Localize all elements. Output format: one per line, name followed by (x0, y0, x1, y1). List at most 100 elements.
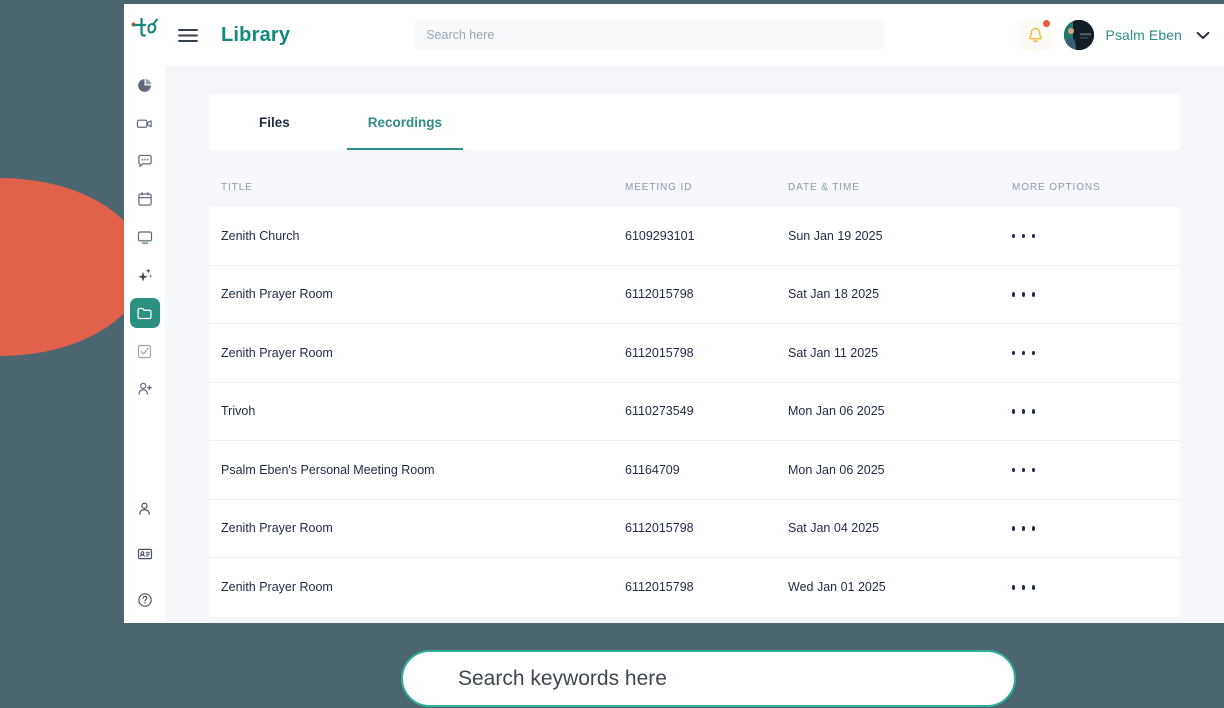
cell-title: Zenith Prayer Room (221, 287, 333, 302)
cell-meeting-id: 6110273549 (625, 404, 694, 419)
user-name-label: Psalm Eben (1105, 27, 1182, 43)
cell-date-time: Mon Jan 06 2025 (788, 404, 885, 419)
cell-more-options (1012, 233, 1180, 238)
page-title: Library (221, 23, 291, 46)
cell-title: Trivoh (221, 404, 256, 419)
sidebar-item-ai-assist[interactable] (130, 260, 160, 290)
content-inner: Files Recordings TITLE MEETING ID DATE &… (209, 94, 1180, 617)
cell-meeting-id: 6112015798 (625, 580, 694, 595)
more-options-icon[interactable] (1012, 409, 1042, 414)
cell-date-time: Mon Jan 06 2025 (788, 462, 885, 477)
hamburger-menu-button[interactable] (177, 24, 199, 46)
more-options-icon[interactable] (1012, 350, 1042, 355)
sidebar-item-contacts[interactable] (130, 374, 160, 404)
avatar-image (1063, 20, 1094, 50)
cell-meeting-id: 6112015798 (625, 521, 694, 536)
folder-icon (137, 307, 152, 319)
cell-title: Psalm Eben's Personal Meeting Room (221, 462, 435, 477)
topbar-right-group: Psalm Eben (1019, 19, 1210, 51)
top-bar: Library Search here Psalm Eben (165, 4, 1224, 66)
sidebar-item-dashboard[interactable] (130, 70, 160, 100)
task-check-icon (137, 344, 152, 358)
more-options-icon[interactable] (1012, 467, 1042, 472)
more-options-icon[interactable] (1012, 526, 1042, 531)
cell-more-options (1012, 526, 1180, 531)
logo-icon (130, 17, 158, 37)
sidebar-item-chat[interactable] (130, 146, 160, 176)
video-camera-icon (136, 119, 152, 128)
cell-meeting-id: 6112015798 (625, 287, 694, 302)
table-row[interactable]: Zenith Prayer Room 6112015798 Sat Jan 18… (209, 266, 1180, 324)
keyword-search-overlay[interactable]: Search keywords here (401, 650, 1016, 707)
table-row[interactable]: Zenith Prayer Room 6112015798 Sat Jan 11… (209, 324, 1180, 383)
more-options-icon[interactable] (1012, 585, 1042, 590)
cell-more-options (1012, 467, 1180, 472)
id-card-icon (137, 548, 152, 560)
cell-date-time: Wed Jan 01 2025 (788, 580, 886, 595)
sidebar-item-library[interactable] (129, 298, 160, 328)
add-person-icon (137, 382, 152, 395)
cell-meeting-id: 6109293101 (625, 228, 695, 243)
app-logo[interactable] (128, 12, 162, 46)
sidebar-item-profile[interactable] (130, 493, 160, 523)
sidebar-item-meetings[interactable] (130, 108, 160, 138)
column-header-date-time: DATE & TIME (788, 181, 860, 193)
cell-date-time: Sat Jan 11 2025 (788, 345, 879, 360)
cell-more-options (1012, 292, 1180, 297)
avatar[interactable] (1063, 20, 1094, 50)
table-row[interactable]: Psalm Eben's Personal Meeting Room 61164… (209, 441, 1180, 500)
calendar-icon (137, 192, 152, 206)
table-row[interactable]: Trivoh 6110273549 Mon Jan 06 2025 (209, 383, 1180, 441)
more-options-icon[interactable] (1012, 292, 1042, 297)
cell-date-time: Sun Jan 19 2025 (788, 228, 883, 243)
chat-bubble-icon (137, 154, 152, 167)
keyword-search-text: Search keywords here (458, 666, 667, 690)
sparkle-icon (137, 268, 152, 282)
sidebar-nav-secondary (130, 493, 160, 617)
person-icon (139, 502, 150, 515)
column-header-title: TITLE (221, 181, 253, 193)
table-row[interactable]: Zenith Prayer Room 6112015798 Sat Jan 04… (209, 500, 1180, 558)
cell-meeting-id: 61164709 (625, 462, 680, 477)
bell-icon (1029, 27, 1042, 43)
content-area: Files Recordings TITLE MEETING ID DATE &… (165, 66, 1224, 623)
monitor-icon (137, 231, 152, 244)
recordings-table-body: Zenith Church 6109293101 Sun Jan 19 2025… (209, 207, 1180, 617)
column-header-meeting-id: MEETING ID (625, 181, 693, 193)
hamburger-icon (178, 28, 198, 42)
user-menu-button[interactable] (1196, 31, 1210, 40)
cell-date-time: Sat Jan 18 2025 (788, 287, 880, 302)
sidebar-item-id-card[interactable] (130, 539, 160, 569)
sidebar-item-tasks[interactable] (130, 336, 160, 366)
notifications-button[interactable] (1019, 19, 1052, 51)
cell-title: Zenith Prayer Room (221, 580, 333, 595)
cell-title: Zenith Prayer Room (221, 521, 333, 536)
help-circle-icon (137, 593, 152, 607)
search-input[interactable] (414, 20, 885, 50)
cell-title: Zenith Church (221, 228, 300, 243)
tabs-bar: Files Recordings (209, 94, 1180, 150)
sidebar-item-help[interactable] (130, 585, 160, 615)
more-options-icon[interactable] (1012, 233, 1042, 238)
app-window: Library Search here Psalm Eben Files Rec… (124, 4, 1224, 623)
chevron-down-icon (1196, 31, 1210, 39)
tab-files[interactable]: Files (249, 94, 300, 150)
cell-more-options (1012, 409, 1180, 414)
sidebar (124, 4, 165, 623)
cell-title: Zenith Prayer Room (221, 345, 333, 360)
sidebar-item-calendar[interactable] (130, 184, 160, 214)
column-header-more-options: MORE OPTIONS (1012, 181, 1101, 193)
cell-more-options (1012, 350, 1180, 355)
sidebar-nav-primary (129, 70, 160, 412)
sidebar-item-screen[interactable] (130, 222, 160, 252)
table-header-row: TITLE MEETING ID DATE & TIME MORE OPTION… (209, 167, 1180, 207)
table-row[interactable]: Zenith Prayer Room 6112015798 Wed Jan 01… (209, 558, 1180, 617)
cell-meeting-id: 6112015798 (625, 345, 694, 360)
main-column: Library Search here Psalm Eben Files Rec… (165, 4, 1224, 623)
cell-date-time: Sat Jan 04 2025 (788, 521, 880, 536)
notification-badge-dot (1042, 20, 1050, 27)
cell-more-options (1012, 585, 1180, 590)
tab-recordings[interactable]: Recordings (346, 94, 464, 150)
table-row[interactable]: Zenith Church 6109293101 Sun Jan 19 2025 (209, 207, 1180, 266)
pie-chart-icon (138, 78, 152, 92)
